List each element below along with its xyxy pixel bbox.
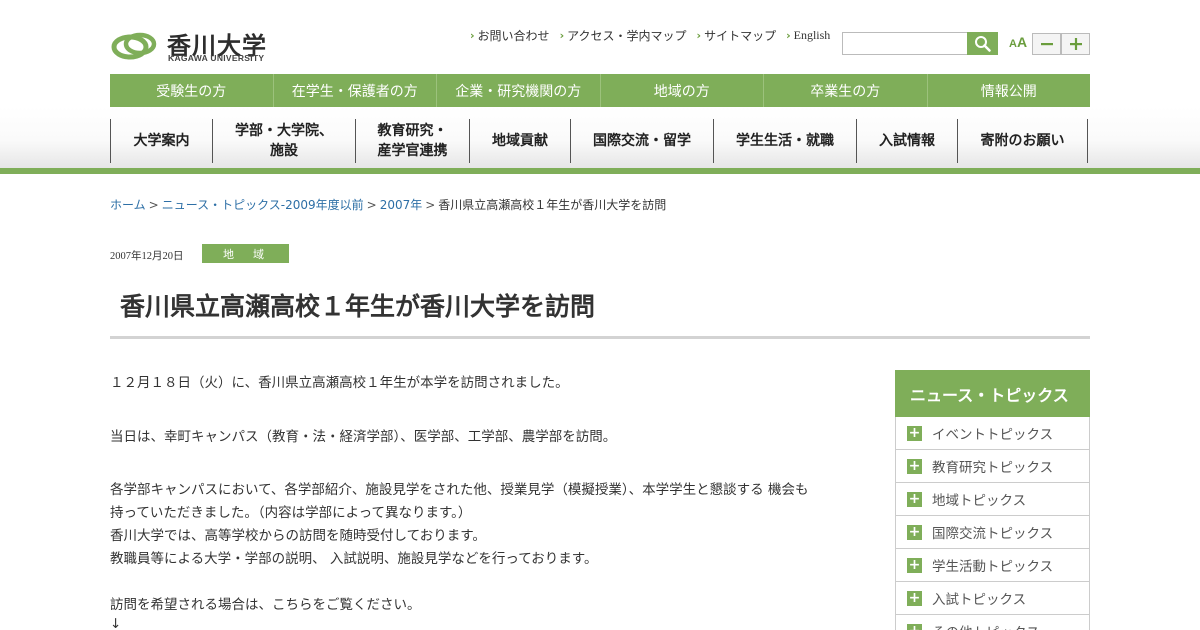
down-arrow-text: ↓ [110, 616, 122, 630]
audience-nav: 受験生の方 在学生・保護者の方 企業・研究機関の方 地域の方 卒業生の方 情報公… [110, 74, 1090, 107]
plus-icon: + [907, 556, 922, 573]
plus-icon: + [907, 589, 922, 606]
main-nav-research[interactable]: 教育研究・産学官連携 [355, 119, 469, 163]
main-nav-donation[interactable]: 寄附のお願い [957, 119, 1088, 163]
chevron-right-icon: › [786, 29, 791, 42]
font-size-label: AA [1009, 34, 1028, 50]
post-date: 2007年12月20日 [110, 251, 184, 262]
sidebar-list: + イベントトピックス + 教育研究トピックス + 地域トピックス + 国際交流トピック… [895, 417, 1090, 630]
main-nav-divider [0, 168, 1200, 174]
article-paragraph: 持っていただきました。（内容は学部によって異なります。） [110, 505, 472, 521]
category-badge: 地 域 [202, 244, 289, 263]
util-link-english[interactable]: › English [786, 27, 830, 44]
sidebar-item-label: 入試トピックス [932, 592, 1027, 608]
sidebar-item-community[interactable]: + 地域トピックス [896, 483, 1089, 516]
title-divider [110, 336, 1090, 339]
sidebar-item-label: 国際交流トピックス [932, 526, 1054, 542]
article-paragraph: 香川大学では、高等学校からの訪問を随時受付しております。 [110, 528, 486, 544]
sidebar-item-other[interactable]: + その他トピックス [896, 615, 1089, 630]
main-nav-community[interactable]: 地域貢献 [469, 119, 570, 163]
plus-icon: + [907, 523, 922, 540]
sidebar-item-label: 教育研究トピックス [932, 460, 1054, 476]
minus-icon [1040, 43, 1053, 46]
audience-nav-community[interactable]: 地域の方 [599, 74, 764, 107]
plus-icon [1069, 38, 1082, 50]
breadcrumb-home[interactable]: ホーム [110, 198, 146, 212]
article-paragraph: 訪問を希望される場合は、こちらをご覧ください。 [110, 597, 421, 613]
main-nav-admissions[interactable]: 入試情報 [856, 119, 957, 163]
breadcrumb: ホーム > ニュース・トピックス-2009年度以前 >2007年 > 香川県立高瀬高校１年… [110, 198, 667, 212]
util-link-access[interactable]: › アクセス・学内マップ [560, 27, 687, 44]
search-input[interactable] [842, 32, 968, 55]
chevron-right-icon: › [559, 29, 565, 42]
main-nav-about[interactable]: 大学案内 [110, 119, 212, 163]
plus-icon: + [907, 424, 922, 441]
main-nav-faculties[interactable]: 学部・大学院、施設 [212, 119, 355, 163]
article-paragraph: １２月１８日（火）に、香川県立高瀬高校１年生が本学を訪問されました。 [110, 375, 569, 391]
university-logo[interactable]: 香川大学 KAGAWA UNIVERSITY [110, 27, 270, 65]
article-paragraph: 各学部キャンパスにおいて、各学部紹介、施設見学をされた他、授業見学（模擬授業）、… [110, 482, 809, 498]
sidebar-heading: ニュース・トピックス [895, 370, 1090, 417]
sidebar-item-label: イベントトピックス [932, 427, 1054, 443]
article-paragraph: 教職員等による大学・学部の説明、 入試説明、施設見学などを行っております。 [110, 551, 598, 567]
sidebar-item-events[interactable]: + イベントトピックス [896, 417, 1089, 450]
sidebar-item-admissions[interactable]: + 入試トピックス [896, 582, 1089, 615]
sidebar-item-label: 地域トピックス [932, 493, 1027, 509]
font-decrease-button[interactable] [1032, 33, 1061, 55]
chevron-right-icon: › [470, 29, 475, 42]
page-title: 香川県立高瀬高校１年生が香川大学を訪問 [120, 292, 596, 321]
audience-nav-prospective[interactable]: 受験生の方 [110, 74, 273, 107]
sidebar-item-label: 学生活動トピックス [932, 559, 1054, 575]
plus-icon: + [907, 457, 922, 474]
font-increase-button[interactable] [1061, 33, 1090, 55]
sidebar-item-education-research[interactable]: + 教育研究トピックス [896, 450, 1089, 483]
logo-text-en: KAGAWA UNIVERSITY [168, 53, 265, 63]
main-nav-student-life[interactable]: 学生生活・就職 [713, 119, 856, 163]
util-link-contact[interactable]: › お問い合わせ [470, 27, 550, 44]
chevron-right-icon: › [696, 29, 702, 42]
search-icon [975, 36, 991, 52]
util-link-sitemap[interactable]: › サイトマップ [697, 27, 777, 44]
audience-nav-students-parents[interactable]: 在学生・保護者の方 [272, 74, 437, 107]
logo-mark-icon [111, 32, 157, 60]
plus-icon: + [907, 490, 922, 507]
plus-icon: + [907, 623, 922, 630]
article-paragraph: 当日は、幸町キャンパス（教育・法・経済学部）、医学部、工学部、農学部を訪問。 [110, 429, 617, 445]
main-nav-international[interactable]: 国際交流・留学 [570, 119, 713, 163]
sidebar-item-student-activities[interactable]: + 学生活動トピックス [896, 549, 1089, 582]
breadcrumb-news-archive[interactable]: ニュース・トピックス-2009年度以前 [162, 198, 364, 212]
sidebar-item-label: その他トピックス [932, 621, 1040, 630]
search-button[interactable] [967, 32, 998, 55]
audience-nav-alumni[interactable]: 卒業生の方 [763, 74, 927, 107]
breadcrumb-current: 香川県立高瀬高校１年生が香川大学を訪問 [438, 198, 667, 212]
sidebar-item-international[interactable]: + 国際交流トピックス [896, 516, 1089, 549]
audience-nav-disclosure[interactable]: 情報公開 [926, 74, 1091, 107]
main-nav: 大学案内 学部・大学院、施設 教育研究・産学官連携 地域貢献 国際交流・留学 学… [110, 119, 1088, 163]
breadcrumb-year[interactable]: 2007年 [380, 198, 423, 212]
utility-links: › お問い合わせ › アクセス・学内マップ › サイトマップ › English [470, 27, 830, 44]
audience-nav-business-research[interactable]: 企業・研究機関の方 [436, 74, 600, 107]
